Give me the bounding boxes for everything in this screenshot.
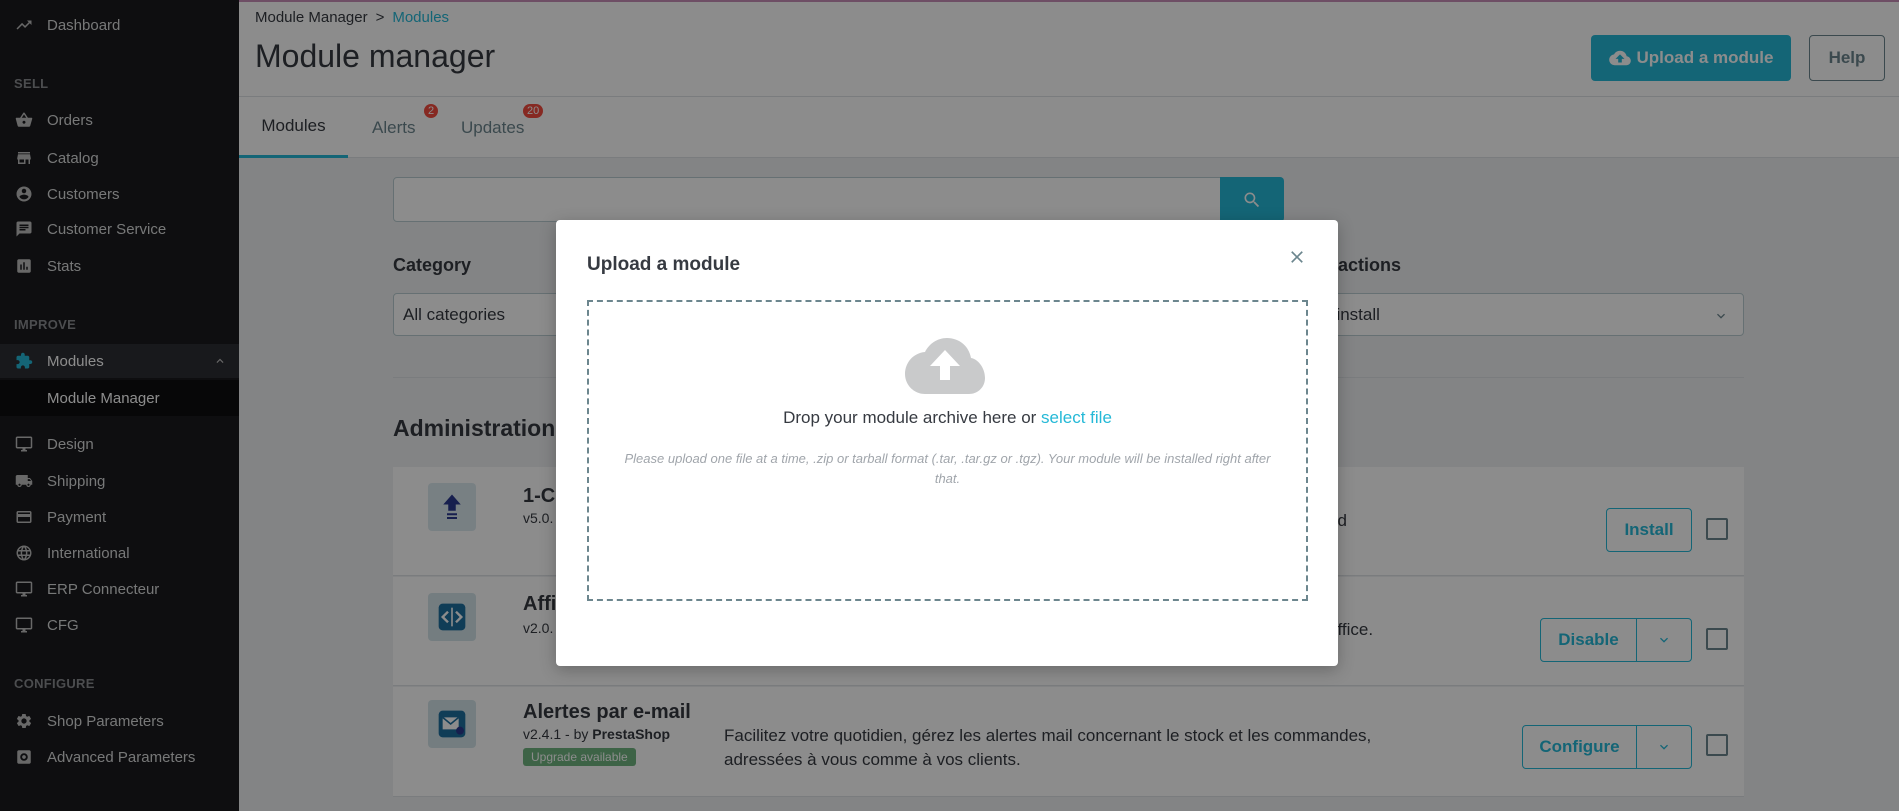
close-icon [1291,251,1303,263]
close-button[interactable] [1284,244,1310,270]
upload-hint: Please upload one file at a time, .zip o… [624,451,1271,486]
select-file-link[interactable]: select file [1041,408,1112,427]
upload-module-modal: Upload a module Drop your module archive… [556,220,1338,666]
drop-instructions: Drop your module archive here or select … [589,408,1306,428]
file-dropzone[interactable]: Drop your module archive here or select … [587,300,1308,601]
cloud-upload-icon [905,338,985,394]
modal-title: Upload a module [587,254,741,275]
drop-instructions-text: Drop your module archive here or [783,408,1037,427]
